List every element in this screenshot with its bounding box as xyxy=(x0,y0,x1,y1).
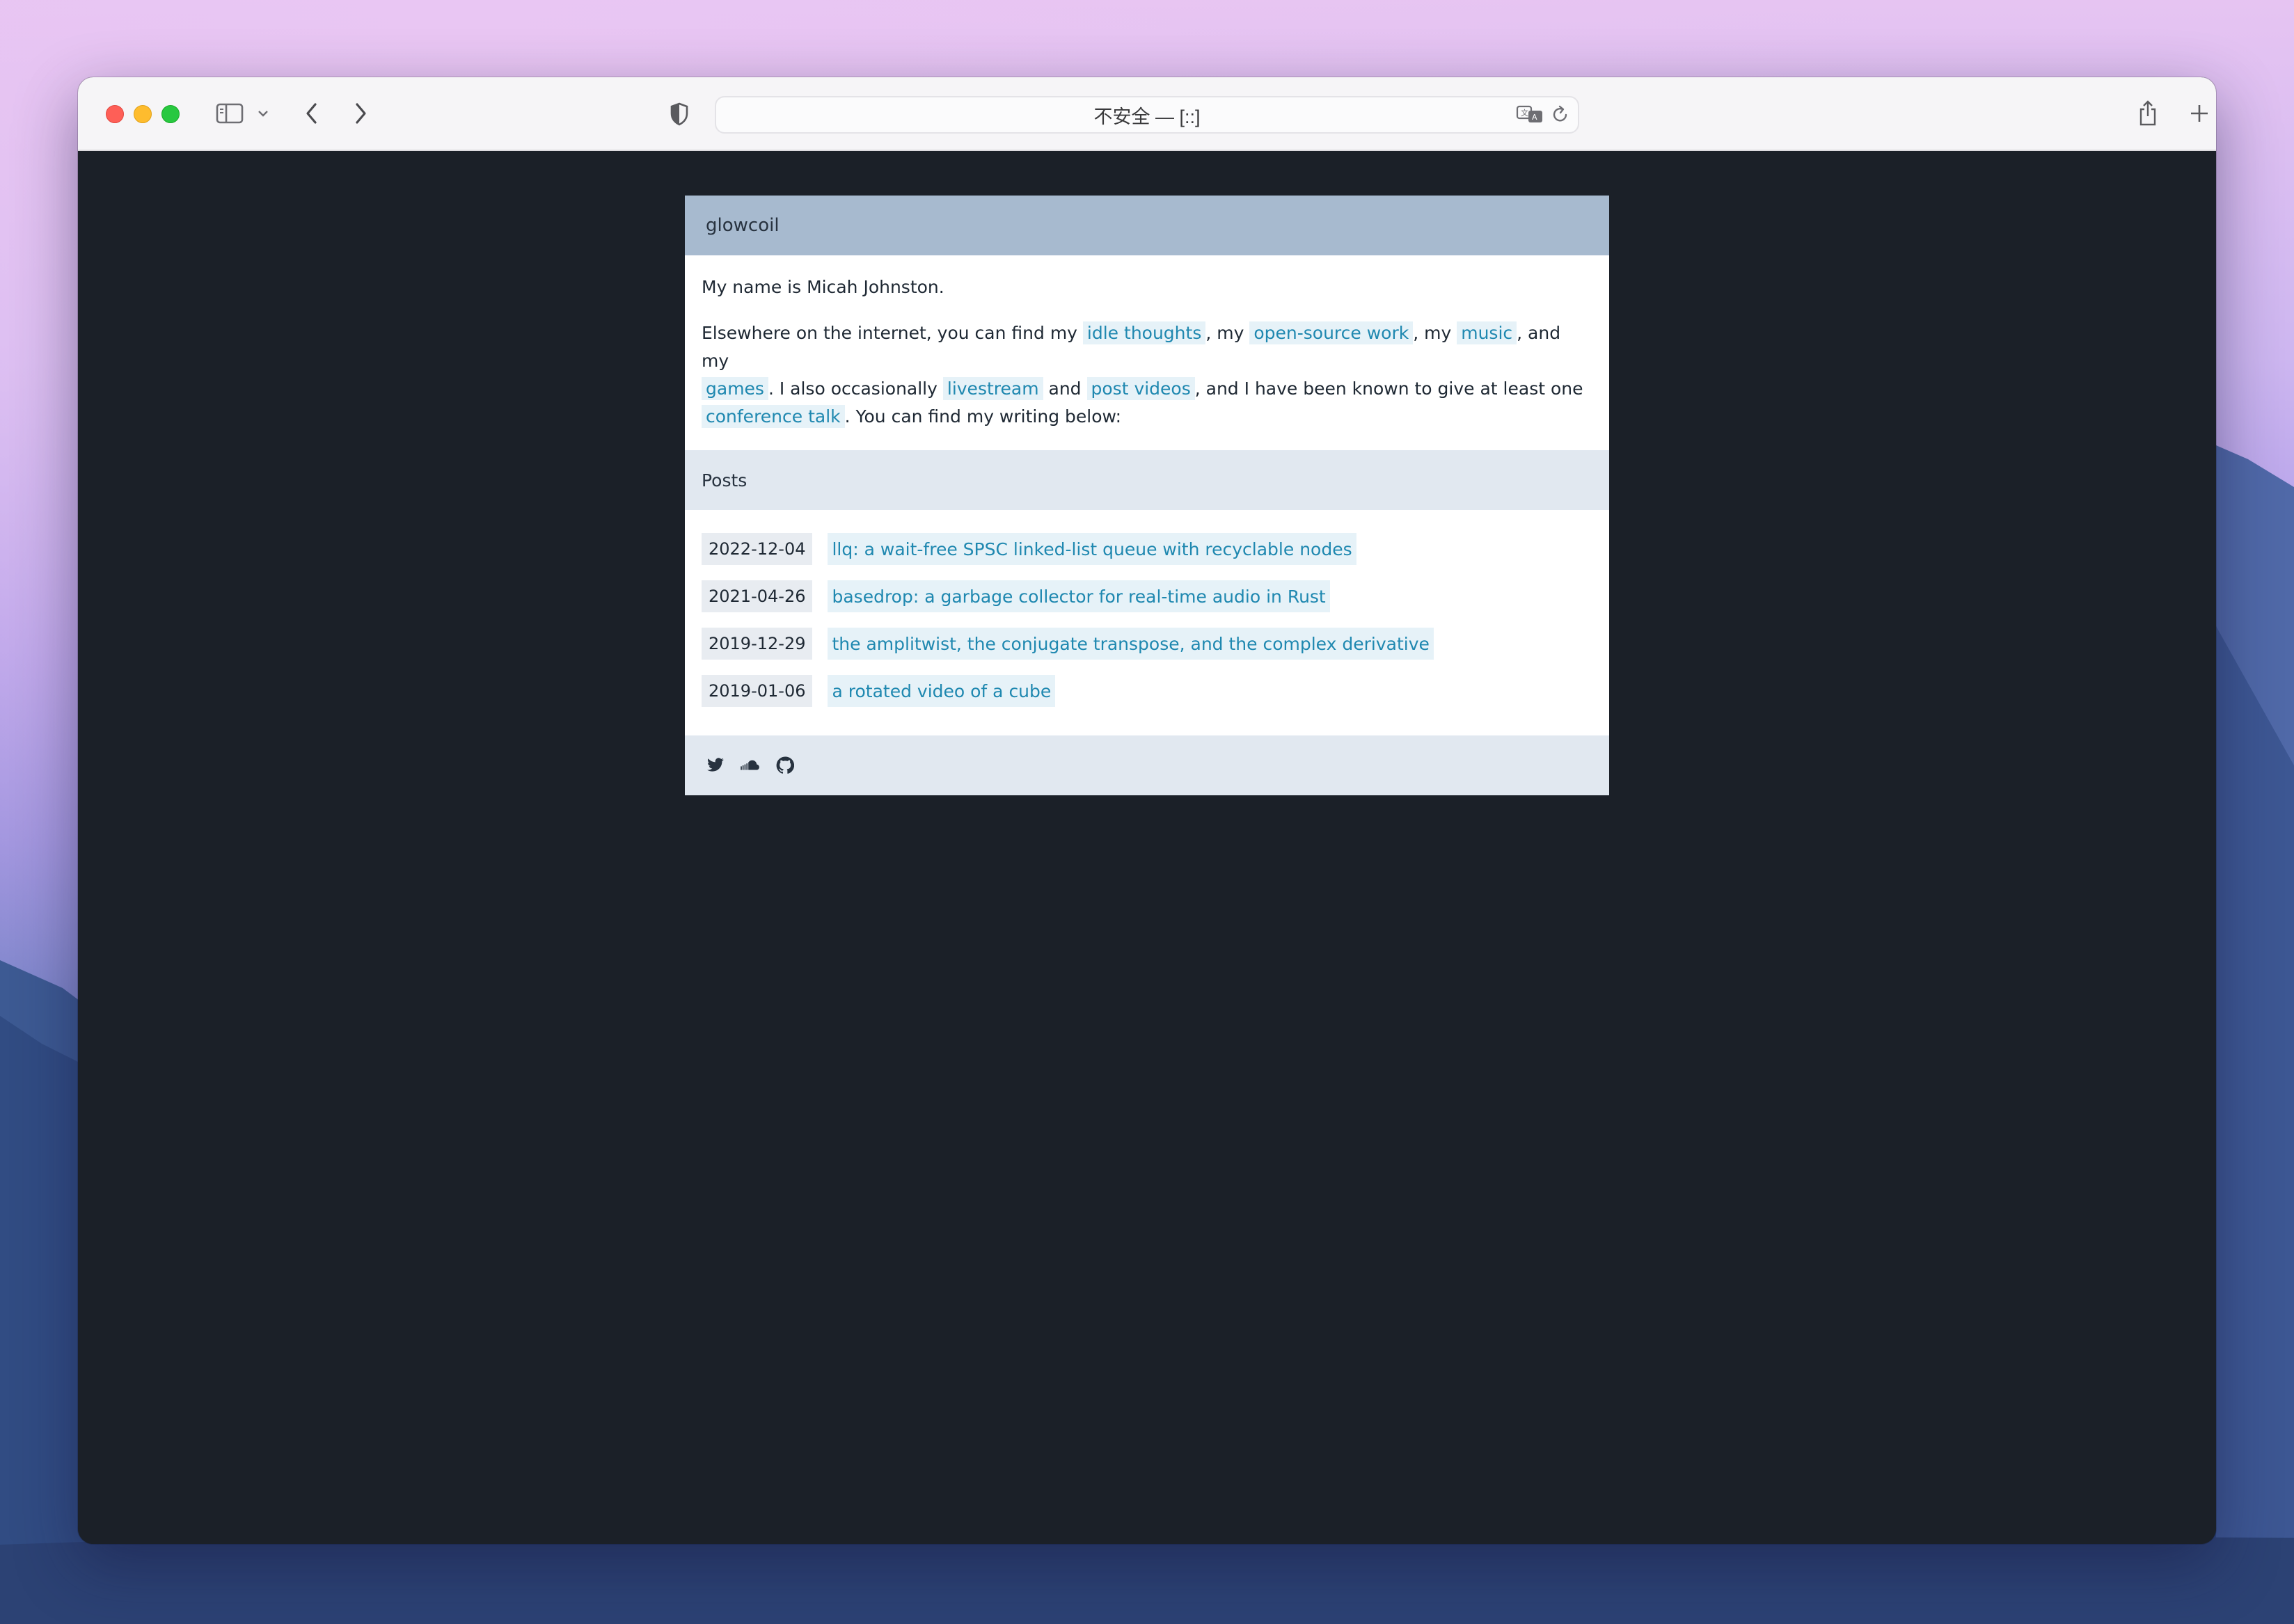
intro-text: . You can find my writing below: xyxy=(844,406,1122,427)
site-title[interactable]: glowcoil xyxy=(706,215,780,236)
post-date: 2019-12-29 xyxy=(702,628,813,660)
intro-name: My name is Micah Johnston. xyxy=(702,277,944,297)
open-source-work-link[interactable]: open-source work xyxy=(1249,321,1414,344)
address-text: 不安全 — [::] xyxy=(1093,106,1201,127)
list-item: 2019-12-29 the amplitwist, the conjugate… xyxy=(702,627,1592,660)
chevron-down-icon[interactable] xyxy=(256,106,270,120)
post-date: 2019-01-06 xyxy=(702,675,813,707)
browser-window: 不安全 — [::] 文A glowcoil My name is Micah … xyxy=(78,77,2216,1544)
site-header: glowcoil xyxy=(685,196,1609,255)
site-footer xyxy=(685,735,1609,795)
sidebar-toggle-icon[interactable] xyxy=(214,101,245,126)
posts-list: 2022-12-04 llq: a wait-free SPSC linked-… xyxy=(685,510,1609,735)
forward-arrow-icon[interactable] xyxy=(348,101,373,126)
twitter-icon[interactable] xyxy=(706,756,725,775)
new-tab-icon[interactable] xyxy=(2187,101,2212,126)
music-link[interactable]: music xyxy=(1457,321,1517,344)
posts-heading: Posts xyxy=(685,450,1609,510)
intro-text: , my xyxy=(1413,323,1457,343)
github-icon[interactable] xyxy=(775,756,795,775)
intro-links-paragraph: Elsewhere on the internet, you can find … xyxy=(702,319,1592,431)
site-page: glowcoil My name is Micah Johnston. Else… xyxy=(685,196,1609,795)
share-icon[interactable] xyxy=(2135,98,2160,129)
intro-text: . I also occasionally xyxy=(768,379,943,399)
intro-text: , and I have been known to give at least… xyxy=(1194,379,1583,399)
conference-talk-link[interactable]: conference talk xyxy=(702,405,845,428)
zoom-window-button[interactable] xyxy=(161,105,180,123)
address-bar[interactable]: 不安全 — [::] xyxy=(715,96,1579,134)
post-link[interactable]: a rotated video of a cube xyxy=(828,675,1056,707)
intro-section: My name is Micah Johnston. Elsewhere on … xyxy=(685,255,1609,450)
list-item: 2021-04-26 basedrop: a garbage collector… xyxy=(702,580,1592,613)
games-link[interactable]: games xyxy=(702,377,768,400)
posts-heading-label: Posts xyxy=(702,470,747,491)
list-item: 2019-01-06 a rotated video of a cube xyxy=(702,674,1592,708)
intro-text: and xyxy=(1043,379,1087,399)
post-link[interactable]: the amplitwist, the conjugate transpose,… xyxy=(828,628,1434,660)
minimize-window-button[interactable] xyxy=(134,105,152,123)
web-content: glowcoil My name is Micah Johnston. Else… xyxy=(78,151,2216,1544)
intro-text: Elsewhere on the internet, you can find … xyxy=(702,323,1083,343)
close-window-button[interactable] xyxy=(106,105,124,123)
post-link[interactable]: llq: a wait-free SPSC linked-list queue … xyxy=(828,533,1356,565)
post-videos-link[interactable]: post videos xyxy=(1086,377,1195,400)
reload-icon[interactable] xyxy=(1549,102,1572,126)
browser-toolbar: 不安全 — [::] 文A xyxy=(78,77,2216,151)
svg-text:A: A xyxy=(1532,113,1537,122)
livestream-link[interactable]: livestream xyxy=(942,377,1043,400)
post-link[interactable]: basedrop: a garbage collector for real-t… xyxy=(828,580,1330,612)
intro-text: , my xyxy=(1205,323,1250,343)
back-arrow-icon[interactable] xyxy=(299,101,324,126)
soundcloud-icon[interactable] xyxy=(741,756,760,775)
svg-text:文: 文 xyxy=(1521,108,1528,118)
post-date: 2021-04-26 xyxy=(702,580,813,612)
list-item: 2022-12-04 llq: a wait-free SPSC linked-… xyxy=(702,532,1592,566)
idle-thoughts-link[interactable]: idle thoughts xyxy=(1082,321,1206,344)
post-date: 2022-12-04 xyxy=(702,533,813,565)
translate-icon[interactable]: 文A xyxy=(1516,102,1544,126)
privacy-shield-icon[interactable] xyxy=(667,101,692,127)
